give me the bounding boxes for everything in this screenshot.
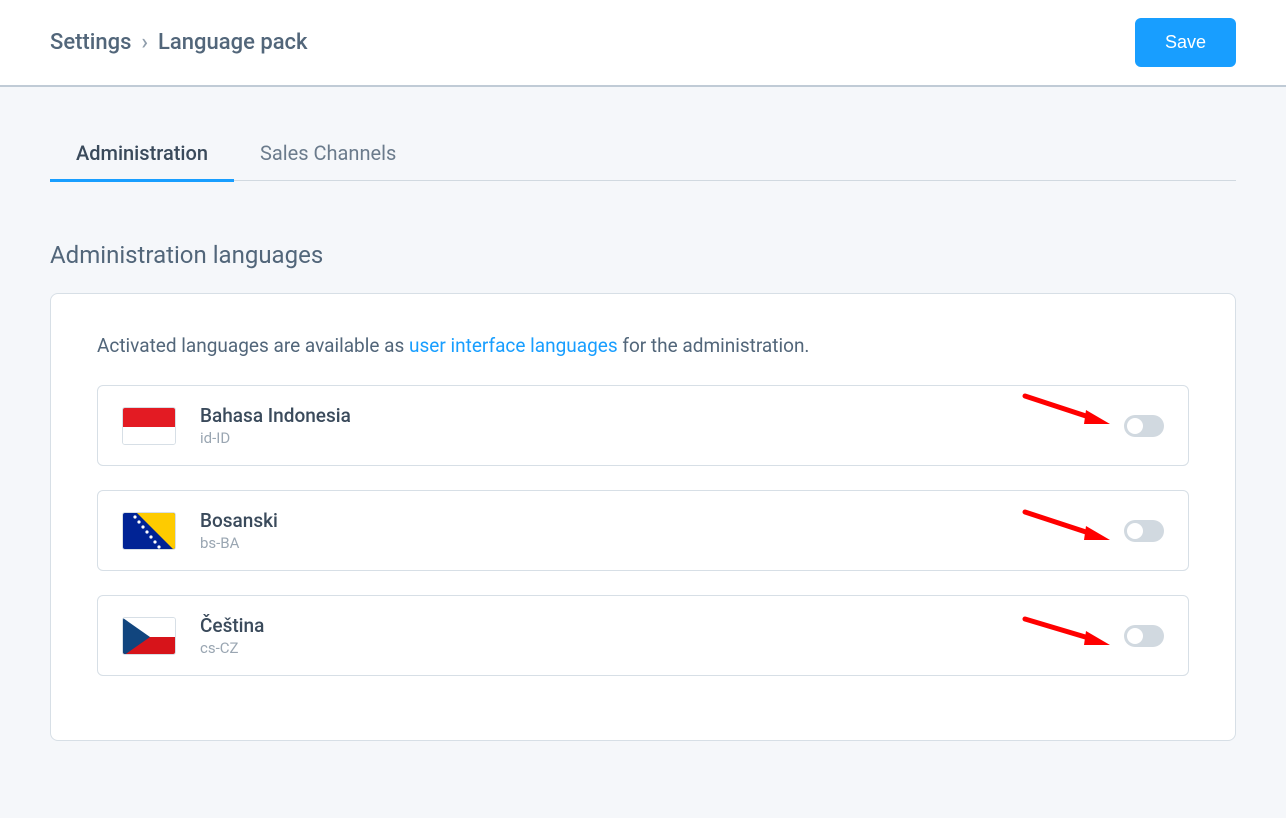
language-text: Čeština cs-CZ [200,614,264,657]
language-name: Bahasa Indonesia [200,404,351,427]
language-code: id-ID [200,429,351,447]
tab-administration[interactable]: Administration [50,127,234,182]
toggle-knob [1127,628,1143,644]
page-header: Settings › Language pack Save [0,0,1286,87]
flag-czech-icon [122,617,176,655]
user-interface-languages-link[interactable]: user interface languages [409,334,618,357]
language-toggle-bosnia[interactable] [1124,520,1164,542]
language-info: Bahasa Indonesia id-ID [122,404,351,447]
toggle-knob [1127,418,1143,434]
language-row-bosnia: Bosanski bs-BA [97,490,1189,571]
breadcrumb-root[interactable]: Settings [50,30,131,55]
language-toggle-czech[interactable] [1124,625,1164,647]
card-description: Activated languages are available as use… [97,334,1189,357]
language-info: Bosanski bs-BA [122,509,278,552]
tabs: Administration Sales Channels [50,127,1236,181]
language-info: Čeština cs-CZ [122,614,264,657]
annotation-arrow-icon [1020,609,1110,653]
language-text: Bahasa Indonesia id-ID [200,404,351,447]
flag-bosnia-icon [122,512,176,550]
save-button[interactable]: Save [1135,18,1236,67]
annotation-arrow-icon [1020,504,1110,548]
language-toggle-indonesia[interactable] [1124,415,1164,437]
desc-post: for the administration. [618,334,810,357]
toggle-knob [1127,523,1143,539]
chevron-right-icon: › [141,30,148,55]
annotation-arrow-icon [1020,388,1110,432]
breadcrumb: Settings › Language pack [50,30,308,55]
language-code: bs-BA [200,534,278,552]
language-row-indonesia: Bahasa Indonesia id-ID [97,385,1189,466]
desc-pre: Activated languages are available as [97,334,409,357]
language-row-czech: Čeština cs-CZ [97,595,1189,676]
language-name: Čeština [200,614,264,637]
language-name: Bosanski [200,509,278,532]
breadcrumb-current: Language pack [158,30,307,55]
flag-indonesia-icon [122,407,176,445]
tab-sales-channels[interactable]: Sales Channels [234,127,422,180]
page-content: Administration Sales Channels Administra… [0,87,1286,741]
language-text: Bosanski bs-BA [200,509,278,552]
language-code: cs-CZ [200,639,264,657]
languages-card: Activated languages are available as use… [50,293,1236,741]
section-title: Administration languages [50,241,1236,269]
